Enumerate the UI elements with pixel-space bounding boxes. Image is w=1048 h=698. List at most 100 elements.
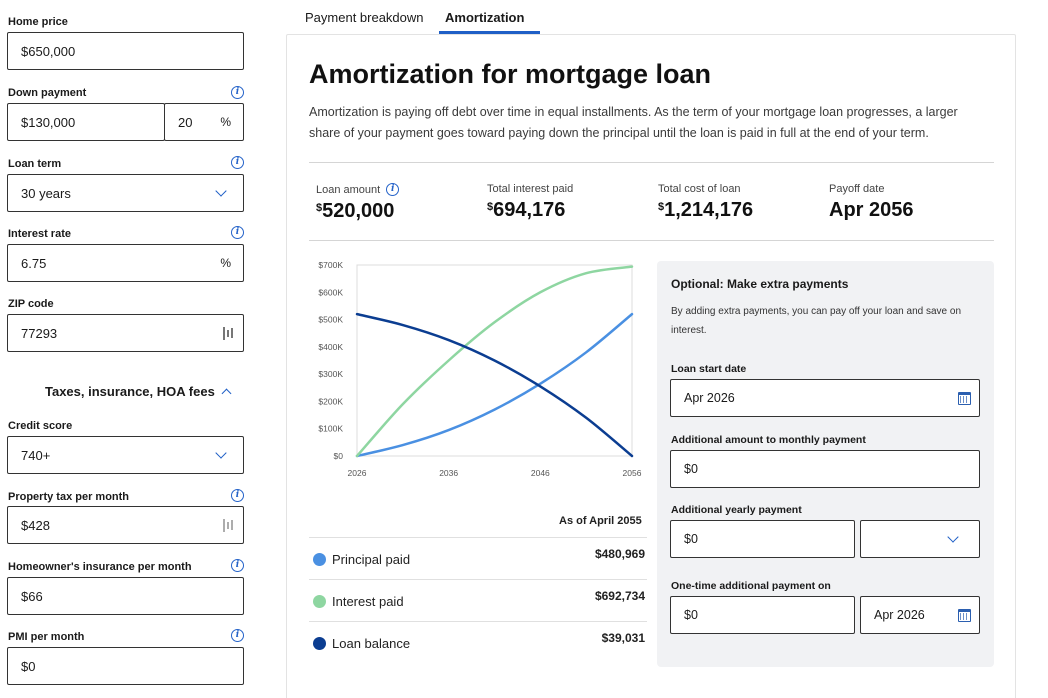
- y-tick-label: $300K: [318, 369, 343, 379]
- onetime-extra-input[interactable]: $0: [670, 596, 855, 634]
- y-tick-label: $0: [334, 451, 344, 461]
- tab-payment-breakdown[interactable]: Payment breakdown: [305, 10, 424, 25]
- pmi-label: PMI per month: [8, 631, 85, 643]
- onetime-date-value: Apr 2026: [874, 608, 925, 622]
- property-tax-input[interactable]: $428: [7, 506, 244, 544]
- loan-amount-info-icon[interactable]: i: [386, 183, 400, 196]
- legend-row-principal: Principal paid $480,969: [309, 537, 647, 579]
- yearly-extra-value: $0: [684, 532, 698, 546]
- zip-code-value: 77293: [21, 325, 58, 341]
- legend-value: $39,031: [601, 631, 645, 645]
- series-line-principal-paid: [355, 312, 634, 458]
- x-tick-label: 2036: [439, 468, 458, 478]
- legend-value: $480,969: [594, 547, 645, 561]
- stat-loan-amount: Loan amount i $520,000: [316, 183, 400, 223]
- currency-symbol: $: [658, 201, 665, 213]
- amortization-description: Amortization is paying off debt over tim…: [309, 105, 958, 140]
- balance-dot-icon: [313, 637, 326, 650]
- stat-payoff-date: Payoff date Apr 2056: [829, 183, 914, 222]
- down-payment-label: Down payment: [8, 87, 87, 99]
- extra-payments-panel: Optional: Make extra payments By adding …: [657, 261, 994, 667]
- stat-label: Loan amount: [316, 183, 381, 196]
- down-payment-percent-value: 20: [178, 114, 193, 130]
- property-tax-info-icon[interactable]: i: [231, 489, 244, 502]
- y-tick-label: $200K: [318, 396, 343, 406]
- calendar-icon[interactable]: [958, 392, 971, 405]
- legend-row-balance: Loan balance $39,031: [309, 621, 647, 663]
- down-payment-info-icon[interactable]: i: [231, 86, 244, 99]
- loan-term-info-icon[interactable]: i: [231, 156, 244, 169]
- stat-label: Total cost of loan: [658, 183, 741, 195]
- zip-code-label: ZIP code: [8, 298, 54, 310]
- pmi-input[interactable]: $0: [7, 647, 244, 685]
- amortization-card: Amortization for mortgage loan Amortizat…: [286, 34, 1016, 698]
- interest-rate-info-icon[interactable]: i: [231, 226, 244, 239]
- x-tick-label: 2056: [623, 468, 642, 478]
- loan-start-date-value: Apr 2026: [684, 391, 735, 405]
- stat-value: Apr 2056: [829, 199, 914, 221]
- percent-suffix: %: [220, 115, 231, 129]
- autofill-icon: [223, 519, 233, 532]
- principal-dot-icon: [313, 553, 326, 566]
- stat-total-interest: Total interest paid $694,176: [487, 183, 573, 222]
- pmi-value: $0: [21, 658, 36, 674]
- legend-name: Principal paid: [332, 552, 411, 567]
- interest-dot-icon: [313, 595, 326, 608]
- credit-score-value: 740+: [21, 447, 51, 463]
- yearly-extra-label: Additional yearly payment: [671, 504, 802, 516]
- loan-term-label: Loan term: [8, 158, 62, 170]
- onetime-date-input[interactable]: Apr 2026: [860, 596, 980, 634]
- interest-rate-value: 6.75: [21, 255, 47, 271]
- monthly-extra-input[interactable]: $0: [670, 450, 980, 488]
- loan-term-value: 30 years: [21, 185, 71, 201]
- zip-code-input[interactable]: 77293: [7, 314, 244, 352]
- stat-value: 694,176: [493, 199, 566, 221]
- calendar-icon[interactable]: [958, 609, 971, 622]
- yearly-extra-input[interactable]: $0: [670, 520, 855, 558]
- mortgage-form: Home price $650,000 Down payment i $130,…: [0, 0, 260, 698]
- page-title: Amortization for mortgage loan: [309, 59, 712, 89]
- legend-value: $692,734: [594, 589, 645, 603]
- stat-label: Payoff date: [829, 183, 885, 195]
- credit-score-select[interactable]: 740+: [7, 436, 244, 474]
- down-payment-percent-input[interactable]: 20 %: [164, 103, 244, 141]
- interest-rate-input[interactable]: 6.75 %: [7, 244, 244, 282]
- stat-value: 520,000: [322, 200, 395, 222]
- chevron-up-icon: [221, 388, 232, 399]
- loan-start-date-input[interactable]: Apr 2026: [670, 379, 980, 417]
- extra-payments-description: By adding extra payments, you can pay of…: [671, 306, 961, 336]
- divider: [309, 240, 994, 241]
- yearly-month-select[interactable]: [860, 520, 980, 558]
- home-insurance-value: $66: [21, 588, 43, 604]
- monthly-extra-label: Additional amount to monthly payment: [671, 434, 866, 446]
- autofill-icon: [223, 327, 233, 340]
- legend-name: Loan balance: [332, 636, 411, 651]
- stat-total-cost: Total cost of loan $1,214,176: [658, 183, 753, 222]
- monthly-extra-value: $0: [684, 462, 698, 476]
- taxes-insurance-toggle[interactable]: Taxes, insurance, HOA fees: [45, 384, 232, 399]
- down-payment-value: $130,000: [21, 114, 76, 130]
- home-insurance-info-icon[interactable]: i: [231, 559, 244, 572]
- y-tick-label: $500K: [318, 315, 343, 325]
- chevron-down-icon: [947, 531, 959, 543]
- home-insurance-input[interactable]: $66: [7, 577, 244, 615]
- currency-symbol: $: [487, 201, 494, 213]
- home-insurance-label: Homeowner's insurance per month: [8, 561, 192, 573]
- percent-suffix: %: [220, 256, 231, 270]
- home-price-label: Home price: [8, 16, 68, 28]
- y-tick-label: $700K: [318, 260, 343, 270]
- x-tick-label: 2026: [348, 468, 367, 478]
- pmi-info-icon[interactable]: i: [231, 629, 244, 642]
- loan-term-select[interactable]: 30 years: [7, 174, 244, 212]
- tab-amortization[interactable]: Amortization: [445, 10, 524, 25]
- taxes-insurance-toggle-label: Taxes, insurance, HOA fees: [45, 384, 215, 399]
- onetime-extra-label: One-time additional payment on: [671, 580, 831, 592]
- as-of-date: As of April 2055: [559, 515, 642, 527]
- amortization-chart: $0 $100K $200K $300K $400K $500K $600K $700K 202…: [318, 260, 642, 478]
- y-tick-label: $400K: [318, 342, 343, 352]
- home-price-input[interactable]: $650,000: [7, 32, 244, 70]
- legend-row-interest: Interest paid $692,734: [309, 579, 647, 621]
- down-payment-input[interactable]: $130,000: [7, 103, 165, 141]
- y-tick-label: $600K: [318, 287, 343, 297]
- credit-score-label: Credit score: [8, 420, 73, 432]
